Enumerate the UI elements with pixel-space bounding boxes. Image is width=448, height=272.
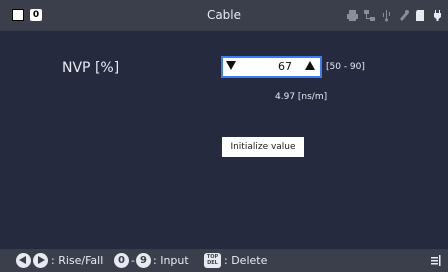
left-arrow-icon[interactable]	[16, 253, 31, 268]
rise-fall-label: : Rise/Fall	[51, 254, 104, 267]
network-icon	[364, 9, 375, 21]
nvp-label: NVP [%]	[62, 60, 120, 76]
printer-icon	[347, 9, 358, 21]
ns-per-meter-value: 4.97 [ns/m]	[275, 92, 328, 102]
key-nine-icon: 9	[136, 253, 151, 268]
delete-label: : Delete	[224, 254, 268, 267]
nvp-range: [50 - 90]	[326, 62, 365, 72]
power-plug-icon	[434, 9, 441, 21]
decrement-arrow-icon[interactable]	[226, 61, 236, 70]
title-bar: 0 Cable	[0, 0, 448, 31]
settings-icon	[400, 9, 409, 21]
status-icons	[346, 8, 444, 22]
input-label: : Input	[153, 254, 189, 267]
footer-bar: : Rise/Fall 0 - 9 : Input TOP DEL : Dele…	[0, 249, 448, 272]
key-zero-icon: 0	[114, 253, 129, 268]
initialize-value-button[interactable]: Initialize value	[222, 137, 304, 157]
increment-arrow-icon[interactable]	[305, 61, 315, 70]
right-arrow-icon[interactable]	[33, 253, 48, 268]
nvp-stepper[interactable]: 67	[221, 56, 322, 78]
menu-icon[interactable]	[430, 254, 442, 267]
nvp-value[interactable]: 67	[278, 58, 292, 76]
key-range-dash: -	[131, 254, 135, 267]
usb-icon	[383, 9, 390, 21]
del-key-text: DEL	[207, 260, 218, 266]
top-del-key-icon: TOP DEL	[204, 253, 221, 268]
sd-card-icon	[416, 9, 424, 21]
